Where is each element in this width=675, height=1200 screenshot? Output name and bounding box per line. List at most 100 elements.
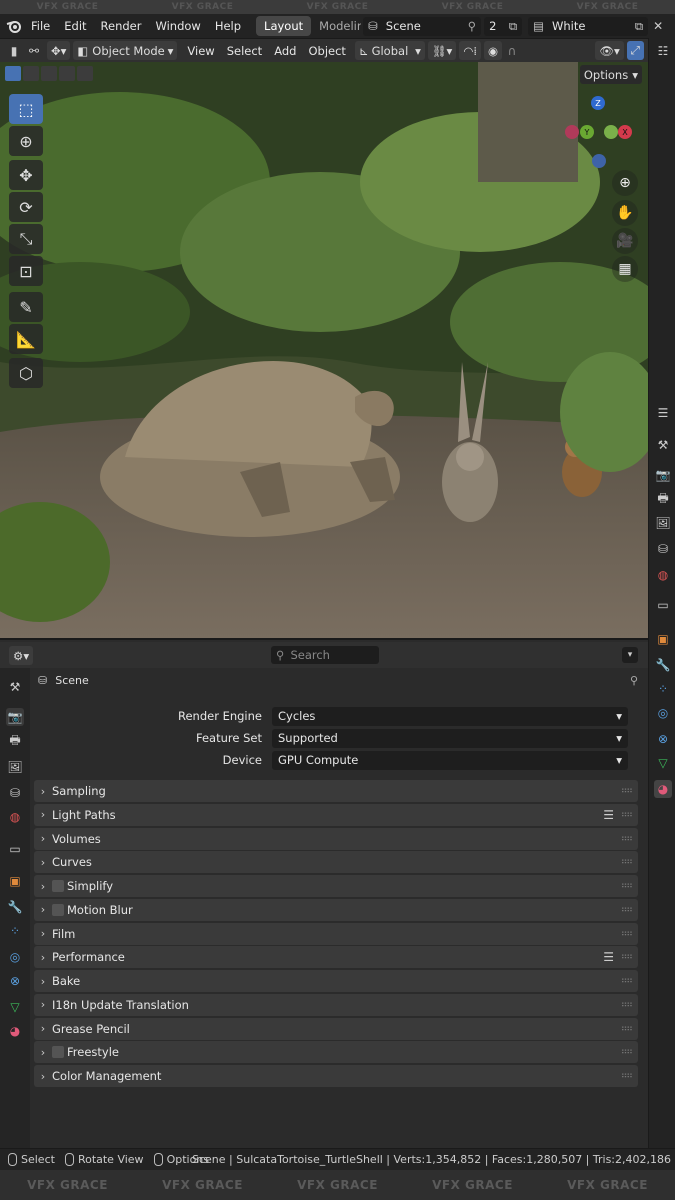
tool-measure[interactable]: 📐 — [9, 324, 43, 354]
drag-handle-icon[interactable]: ⠶⠶ — [621, 1000, 633, 1010]
render-engine-dropdown[interactable]: Cycles ▾ — [272, 706, 628, 726]
outliner-icon[interactable]: ☷ — [654, 42, 672, 60]
presets-list-icon[interactable]: ☰ — [603, 808, 614, 822]
drag-handle-icon[interactable]: ⠶⠶ — [621, 905, 633, 915]
panel-i18n-update-translation[interactable]: › I18n Update Translation ⠶⠶ — [34, 993, 638, 1016]
menu-select[interactable]: Select — [221, 44, 268, 58]
panel-performance[interactable]: › Performance ☰ ⠶⠶ — [34, 946, 638, 969]
menu-view[interactable]: View — [181, 44, 220, 58]
modifier-tab-icon[interactable]: 🔧 — [6, 898, 24, 916]
world-tab-icon[interactable]: ◍ — [654, 566, 672, 584]
tool-annotate[interactable]: ✎ — [9, 292, 43, 322]
pin-icon[interactable]: ⚲ — [630, 674, 638, 687]
drag-handle-icon[interactable]: ⠶⠶ — [621, 857, 633, 867]
panel-curves[interactable]: › Curves ⠶⠶ — [34, 851, 638, 874]
select-subtract-icon[interactable] — [41, 66, 57, 81]
constraints-tab-icon[interactable]: ⊗ — [654, 730, 672, 748]
output-tab-icon[interactable]: 🖶 — [6, 732, 24, 750]
gizmo-axis-y[interactable]: Y — [580, 125, 594, 139]
scene-selector[interactable]: ⛁ Scene ⚲ — [363, 16, 482, 36]
tool-settings-icon[interactable]: ⚒ — [654, 436, 672, 454]
drag-handle-icon[interactable]: ⠶⠶ — [621, 976, 633, 986]
visibility-button[interactable]: 👁 ▾ — [595, 41, 624, 60]
gizmo-axis-z[interactable]: Z — [591, 96, 605, 110]
tool-cursor[interactable]: ⊕ — [9, 126, 43, 156]
duplicate-icon[interactable]: ⧉ — [635, 19, 643, 34]
snap-button[interactable]: ◠ ⁞ — [459, 41, 482, 60]
zoom-button[interactable]: ⊕ — [612, 170, 638, 196]
menu-edit[interactable]: Edit — [57, 19, 93, 33]
device-dropdown[interactable]: GPU Compute ▾ — [272, 750, 628, 770]
panel-film[interactable]: › Film ⠶⠶ — [34, 922, 638, 945]
panel-checkbox[interactable] — [52, 1046, 64, 1059]
tab-modeling[interactable]: Modeling — [311, 16, 361, 36]
view-layer-tab-icon[interactable]: 🖼 — [654, 514, 672, 532]
snap-target-button[interactable]: ⛓ ▾ — [427, 41, 457, 60]
menu-window[interactable]: Window — [148, 19, 207, 33]
physics-tab-icon[interactable]: ◎ — [6, 948, 24, 966]
pin-icon[interactable]: ⚲ — [468, 19, 476, 33]
panel-grease-pencil[interactable]: › Grease Pencil ⠶⠶ — [34, 1017, 638, 1040]
panel-simplify[interactable]: › Simplify ⠶⠶ — [34, 875, 638, 897]
render-tab-icon[interactable]: 📷 — [6, 708, 24, 726]
presets-list-icon[interactable]: ☰ — [603, 950, 614, 964]
particles-tab-icon[interactable]: ⁘ — [6, 922, 24, 940]
modifier-tab-icon[interactable]: 🔧 — [654, 656, 672, 674]
menu-help[interactable]: Help — [208, 19, 248, 33]
navigation-gizmo[interactable]: Z Y X — [560, 96, 636, 172]
viewport-3d[interactable]: ⬚ ⊕ ✥ ⟳ ⤡ ⊡ ✎ 📐 ⬡ Options ▾ Z Y X ⊕ ✋ 🎥 … — [0, 62, 648, 640]
panel-freestyle[interactable]: › Freestyle ⠶⠶ — [34, 1041, 638, 1064]
tool-scale[interactable]: ⤡ — [9, 224, 43, 254]
drag-handle-icon[interactable]: ⠶⠶ — [621, 929, 633, 939]
render-tab-icon[interactable]: 📷 — [654, 466, 672, 484]
panel-motion-blur[interactable]: › Motion Blur ⠶⠶ — [34, 898, 638, 921]
drag-handle-icon[interactable]: ⠶⠶ — [621, 834, 633, 844]
feature-set-dropdown[interactable]: Supported ▾ — [272, 728, 628, 748]
blender-logo-icon[interactable] — [4, 17, 24, 36]
particles-tab-icon[interactable]: ⁘ — [654, 680, 672, 698]
output-tab-icon[interactable]: 🖶 — [654, 490, 672, 508]
object-tab-icon[interactable]: ▣ — [654, 630, 672, 648]
physics-tab-icon[interactable]: ◎ — [654, 704, 672, 722]
tool-tab-icon[interactable]: ⚒ — [6, 678, 24, 696]
material-tab-icon[interactable]: ◕ — [6, 1022, 24, 1040]
tool-rotate[interactable]: ⟳ — [9, 192, 43, 222]
view-layer-selector[interactable]: ▤ White ⧉ — [528, 16, 649, 36]
falloff-icon[interactable]: ∩ — [502, 41, 522, 60]
select-invert-icon[interactable] — [59, 66, 75, 81]
scene-tab-icon[interactable]: ⛁ — [654, 540, 672, 558]
panel-light-paths[interactable]: › Light Paths ☰ ⠶⠶ — [34, 803, 638, 826]
select-new-icon[interactable] — [5, 66, 21, 81]
chevron-down-icon[interactable]: ▾ — [622, 647, 638, 663]
options-dropdown[interactable]: Options ▾ — [579, 65, 642, 84]
panel-checkbox[interactable] — [52, 880, 64, 892]
duplicate-icon[interactable]: ⧉ — [509, 19, 517, 34]
drag-handle-icon[interactable]: ⠶⠶ — [621, 881, 633, 891]
tab-layout[interactable]: Layout — [256, 16, 312, 36]
scene-tab-icon[interactable]: ⛁ — [6, 784, 24, 802]
material-tab-icon[interactable]: ◕ — [654, 780, 672, 798]
mode-dropdown[interactable]: ◧ Object Mode ▾ — [73, 41, 178, 60]
view-layer-tab-icon[interactable]: 🖼 — [6, 758, 24, 776]
object-tab-icon[interactable]: ▣ — [6, 872, 24, 890]
panel-sampling[interactable]: › Sampling ⠶⠶ — [34, 780, 638, 802]
menu-file[interactable]: File — [24, 19, 57, 33]
tool-add-cube[interactable]: ⬡ — [9, 358, 43, 388]
drag-handle-icon[interactable]: ⠶⠶ — [621, 786, 633, 796]
editor-type-icon[interactable]: ⚯ — [24, 41, 44, 60]
menu-object[interactable]: Object — [302, 44, 351, 58]
drag-handle-icon[interactable]: ⠶⠶ — [621, 1024, 633, 1034]
drag-handle-icon[interactable]: ⠶⠶ — [621, 1071, 633, 1081]
tool-transform[interactable]: ⊡ — [9, 256, 43, 286]
gizmo-axis-neg-y[interactable] — [604, 125, 618, 139]
bookmark-icon[interactable]: ▮ — [4, 41, 24, 60]
properties-editor-icon[interactable]: ☰ — [654, 404, 672, 422]
editor-type-button[interactable]: ⚙ ▾ — [9, 646, 34, 665]
panel-bake[interactable]: › Bake ⠶⠶ — [34, 970, 638, 992]
tool-select-box[interactable]: ⬚ — [9, 94, 43, 124]
data-tab-icon[interactable]: ▽ — [6, 998, 24, 1016]
drag-handle-icon[interactable]: ⠶⠶ — [621, 952, 633, 962]
search-input[interactable]: ⚲ Search — [271, 646, 379, 664]
tool-move[interactable]: ✥ — [9, 160, 43, 190]
menu-render[interactable]: Render — [94, 19, 149, 33]
